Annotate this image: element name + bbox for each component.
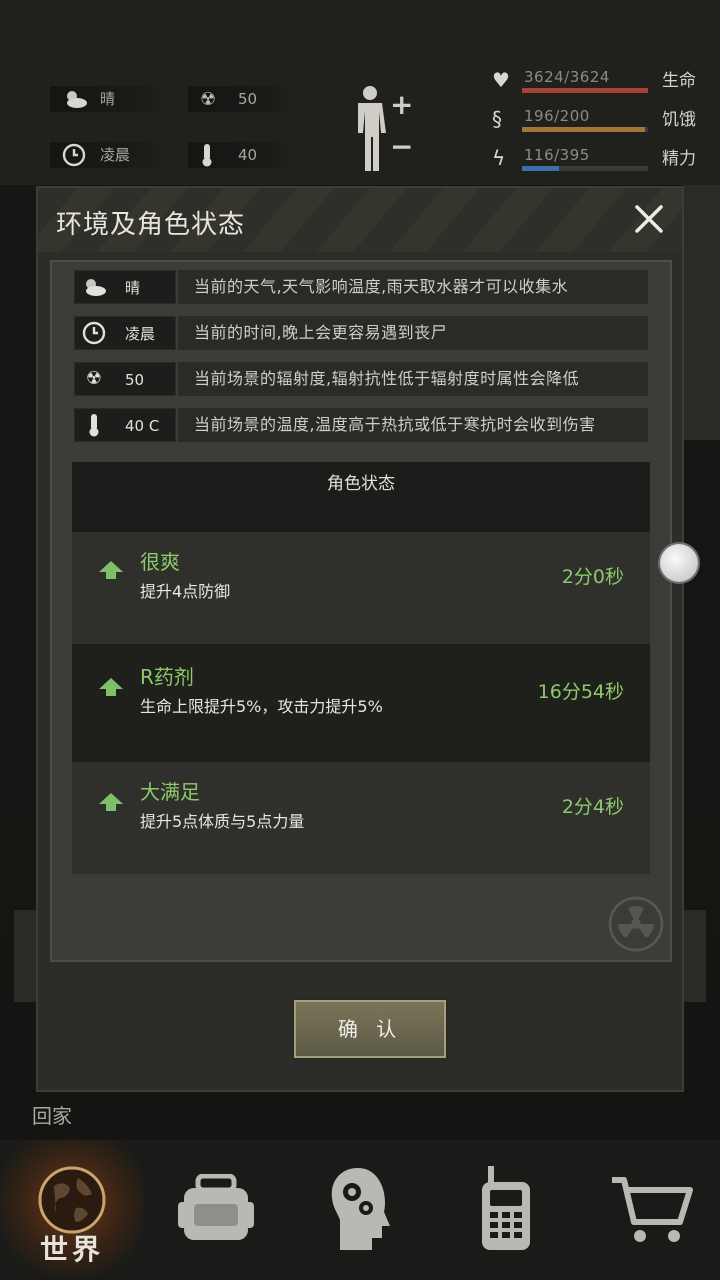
buff-up-arrow-icon <box>99 793 123 811</box>
dialog-header: 环境及角色状态 <box>38 188 682 252</box>
bottom-nav: 世界 <box>0 1140 720 1280</box>
status-desc: 生命上限提升5%，攻击力提升5% <box>140 697 383 716</box>
weather-chip[interactable]: 晴 <box>50 86 162 112</box>
cloud-sun-icon <box>81 275 107 299</box>
env-row-weather: 晴 当前的天气,天气影响温度,雨天取水器才可以收集水 <box>74 270 648 304</box>
stomach-icon: § <box>492 107 502 131</box>
stat-energy: ϟ 116/395 精力 <box>488 146 720 176</box>
env-value: 凌晨 <box>125 325 156 343</box>
nav-radio[interactable] <box>432 1140 576 1280</box>
env-description: 当前的时间,晚上会更容易遇到丧尸 <box>178 316 648 350</box>
backpack-icon <box>178 1174 254 1240</box>
heart-pulse-icon: ♥ <box>492 68 510 92</box>
radiation-value: 50 <box>238 90 258 108</box>
stat-health: ♥ 3624/3624 生命 <box>488 68 720 98</box>
env-value: 50 <box>125 371 145 389</box>
clock-icon <box>62 143 86 175</box>
status-item[interactable]: 大满足 提升5点体质与5点力量 2分4秒 <box>72 762 650 874</box>
thermometer-icon <box>81 413 107 437</box>
radiation-icon: ☢ <box>200 89 217 110</box>
env-row-temperature: 40 C 当前场景的温度,温度高于热抗或低于寒抗时会收到伤害 <box>74 408 648 442</box>
stat-hunger: § 196/200 饥饿 <box>488 107 720 137</box>
hunger-value: 196/200 <box>524 107 590 125</box>
status-time: 16分54秒 <box>537 681 624 703</box>
status-list: 很爽 提升4点防御 2分0秒 R药剂 生命上限提升5%，攻击力提升5% 16分5… <box>72 510 650 874</box>
weather-value: 晴 <box>100 90 116 108</box>
top-hud: 晴 ☢ 50 凌晨 40 + − ♥ 3624/3624 生命 § 196/20… <box>0 0 720 185</box>
thermometer-icon <box>200 143 214 175</box>
nav-backpack[interactable] <box>144 1140 288 1280</box>
head-gears-icon <box>331 1168 390 1250</box>
temperature-value: 40 <box>238 146 258 164</box>
bg-panel <box>14 910 36 1002</box>
floating-assistive-button[interactable] <box>660 544 698 582</box>
radiation-watermark-icon <box>608 896 664 952</box>
nav-world[interactable]: 世界 <box>0 1140 144 1280</box>
radiation-icon: ☢ <box>85 368 103 389</box>
energy-bar <box>522 166 648 171</box>
energy-value: 116/395 <box>524 146 590 164</box>
time-chip[interactable]: 凌晨 <box>50 142 162 168</box>
game-screen: 晴 ☢ 50 凌晨 40 + − ♥ 3624/3624 生命 § 196/20… <box>0 0 720 1280</box>
status-item[interactable]: 很爽 提升4点防御 2分0秒 <box>72 532 650 644</box>
status-header: 角色状态 <box>72 462 650 510</box>
cloud-sun-icon <box>62 87 88 119</box>
nav-skills[interactable] <box>288 1140 432 1280</box>
env-tag: 凌晨 <box>74 316 176 350</box>
temperature-chip[interactable]: 40 <box>188 142 292 168</box>
buff-up-arrow-icon <box>99 561 123 579</box>
status-time: 2分0秒 <box>561 566 624 588</box>
close-icon[interactable] <box>632 202 666 236</box>
clock-icon <box>81 321 107 345</box>
globe-icon <box>38 1166 106 1234</box>
dialog-content: 晴 当前的天气,天气影响温度,雨天取水器才可以收集水 凌晨 当前的时间,晚上会更… <box>50 260 672 962</box>
health-label: 生命 <box>662 71 696 91</box>
status-dialog: 环境及角色状态 晴 当前的天气,天气影响温度,雨天取水器才可以收集水 凌晨 当前… <box>36 186 684 1092</box>
health-bar <box>522 88 648 93</box>
env-row-time: 凌晨 当前的时间,晚上会更容易遇到丧尸 <box>74 316 648 350</box>
confirm-button[interactable]: 确 认 <box>294 1000 446 1058</box>
health-value: 3624/3624 <box>524 68 610 86</box>
env-row-radiation: ☢ 50 当前场景的辐射度,辐射抗性低于辐射度时属性会降低 <box>74 362 648 396</box>
status-desc: 提升5点体质与5点力量 <box>140 812 305 831</box>
cart-icon <box>612 1177 693 1242</box>
nav-shop[interactable] <box>576 1140 720 1280</box>
minus-icon[interactable]: − <box>390 130 413 163</box>
env-tag: 40 C <box>74 408 176 442</box>
brain-bolt-icon: ϟ <box>492 146 506 170</box>
env-tag: 晴 <box>74 270 176 304</box>
hunger-label: 饥饿 <box>662 110 696 130</box>
plus-icon[interactable]: + <box>390 88 413 121</box>
status-item[interactable]: R药剂 生命上限提升5%，攻击力提升5% 16分54秒 <box>72 647 650 759</box>
env-tag: ☢ 50 <box>74 362 176 396</box>
env-value: 晴 <box>125 279 141 297</box>
status-name: 大满足 <box>140 780 200 804</box>
status-desc: 提升4点防御 <box>140 582 231 601</box>
bg-panel <box>684 910 706 1002</box>
time-value: 凌晨 <box>100 146 131 164</box>
bg-panel <box>684 185 720 440</box>
home-label[interactable]: 回家 <box>32 1100 72 1129</box>
hunger-bar <box>522 127 648 132</box>
env-value: 40 C <box>125 417 160 435</box>
env-description: 当前场景的温度,温度高于热抗或低于寒抗时会收到伤害 <box>178 408 648 442</box>
status-name: R药剂 <box>140 665 194 689</box>
energy-label: 精力 <box>662 149 696 169</box>
radio-icon <box>482 1166 530 1250</box>
status-name: 很爽 <box>140 550 180 574</box>
radiation-chip[interactable]: ☢ 50 <box>188 86 292 112</box>
buff-up-arrow-icon <box>99 678 123 696</box>
env-description: 当前的天气,天气影响温度,雨天取水器才可以收集水 <box>178 270 648 304</box>
status-time: 2分4秒 <box>561 796 624 818</box>
env-description: 当前场景的辐射度,辐射抗性低于辐射度时属性会降低 <box>178 362 648 396</box>
character-body-icon[interactable] <box>350 84 390 174</box>
dialog-title: 环境及角色状态 <box>56 210 246 240</box>
nav-world-label: 世界 <box>39 1233 104 1266</box>
